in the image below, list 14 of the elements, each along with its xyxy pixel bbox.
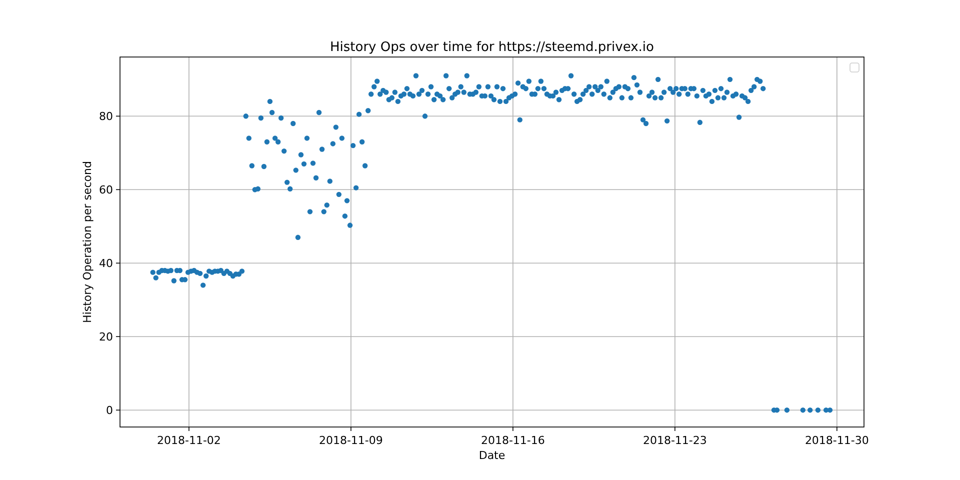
y-tick-label: 40 bbox=[99, 257, 113, 270]
legend-box bbox=[850, 62, 860, 72]
y-tick-label: 80 bbox=[99, 110, 113, 124]
y-tick-label: 0 bbox=[106, 404, 113, 418]
y-tick-label: 60 bbox=[99, 184, 113, 197]
x-tick-label: 2018-11-23 bbox=[642, 434, 707, 447]
x-tick-label: 2018-11-02 bbox=[157, 434, 221, 447]
y-axis-label: History Operation per second bbox=[81, 161, 94, 323]
x-axis-label: Date bbox=[478, 449, 506, 462]
x-tick-label: 2018-11-30 bbox=[804, 434, 869, 447]
y-tick-label: 20 bbox=[99, 330, 113, 344]
chart-title: History Ops over time for https://steemd.privex.io bbox=[330, 40, 654, 55]
x-tick-label: 2018-11-16 bbox=[480, 434, 545, 447]
x-tick-label: 2018-11-09 bbox=[318, 434, 383, 447]
